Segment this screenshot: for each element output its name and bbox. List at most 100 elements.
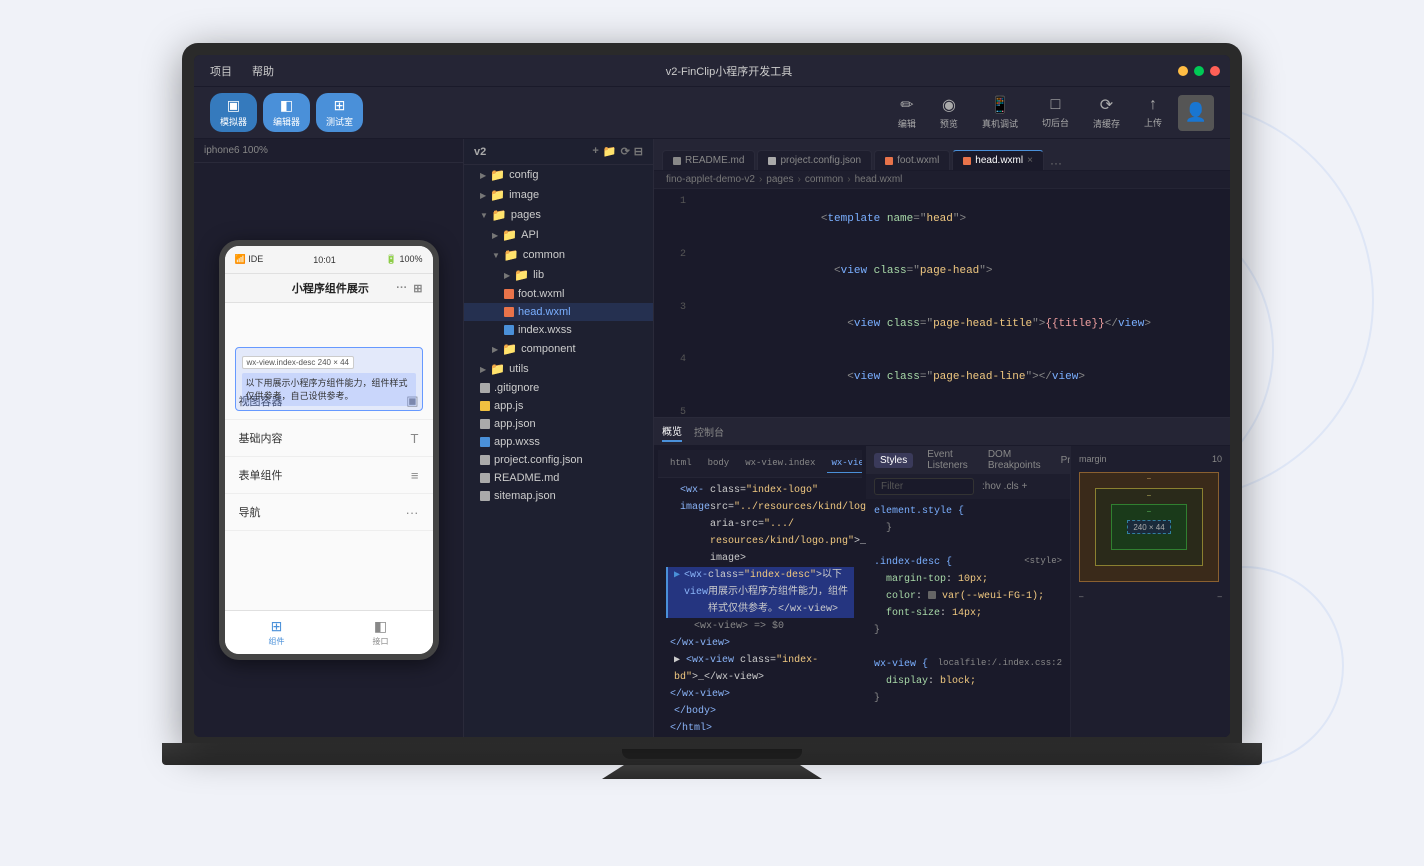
editor-btn[interactable]: ◧ 编辑器 — [263, 93, 310, 132]
elem-wx-view-index-hd[interactable]: wx-view.index-hd — [827, 454, 862, 473]
phone-bottom-item-0[interactable]: ⊞ 组件 — [269, 618, 285, 647]
folder-icon: 📁 — [490, 168, 505, 182]
tab-head-wxml[interactable]: head.wxml × — [952, 150, 1044, 170]
line-number: 4 — [662, 351, 686, 368]
editor-icon: ◧ — [280, 97, 293, 114]
tree-header: v2 + 📁 ⟳ ⊟ — [464, 139, 653, 165]
html-line-4: ▶ <wx-view class="index-bd">_</wx-view> — [666, 652, 854, 686]
refresh-btn[interactable]: ⟳ — [621, 145, 630, 158]
html-line-1: ▶ <wx-view class="index-desc">以下用展示小程序方组… — [666, 567, 854, 618]
elem-body[interactable]: body — [704, 454, 734, 473]
tree-item-head-wxml[interactable]: head.wxml — [464, 303, 653, 321]
bm-margin-top: – — [1147, 475, 1151, 482]
phone-nav-item-3[interactable]: 导航 ··· — [225, 494, 433, 531]
menu-project[interactable]: 项目 — [204, 61, 238, 81]
titlebar: 项目 帮助 v2-FinClip小程序开发工具 — [194, 55, 1230, 87]
maximize-btn[interactable] — [1194, 66, 1204, 76]
new-folder-btn[interactable]: 📁 — [603, 145, 617, 158]
tab-foot-wxml[interactable]: foot.wxml — [874, 150, 950, 170]
clear-cache-action[interactable]: ⟳ 清缓存 — [1085, 91, 1128, 134]
styles-tab-styles[interactable]: Styles — [874, 453, 913, 468]
styles-tab-dom-breakpoints[interactable]: DOM Breakpoints — [982, 447, 1047, 473]
preview-action[interactable]: ◉ 预览 — [932, 91, 966, 134]
minimize-btn[interactable] — [1178, 66, 1188, 76]
tree-item-label: API — [521, 229, 539, 241]
tree-item-app-json[interactable]: app.json — [464, 415, 653, 433]
html-line-0: <wx-image class="index-logo" src="../res… — [666, 482, 854, 567]
tree-item-app-js[interactable]: app.js — [464, 397, 653, 415]
upload-action[interactable]: ↑ 上传 — [1136, 92, 1170, 133]
tree-item-label: component — [521, 343, 575, 355]
elem-wx-view-index[interactable]: wx-view.index — [741, 454, 819, 473]
tree-item-foot-wxml[interactable]: foot.wxml — [464, 285, 653, 303]
styles-filter-bar: :hov .cls + — [866, 474, 1070, 499]
bottom-tab-overview[interactable]: 概览 — [662, 421, 682, 442]
menu-icon[interactable]: ⊞ — [413, 282, 422, 295]
tree-item-api[interactable]: ▶ 📁 API — [464, 225, 653, 245]
line-code: <view class="page-head-line"></view> — [702, 351, 1085, 404]
edit-action[interactable]: ✏ 编辑 — [890, 91, 924, 134]
tree-item-label: common — [523, 249, 565, 261]
tree-item-sitemap[interactable]: sitemap.json — [464, 487, 653, 505]
css-value: 14px; — [952, 608, 982, 619]
content-size: 240 × 44 — [1133, 523, 1164, 532]
tree-item-label: head.wxml — [518, 306, 571, 318]
tree-item-pages[interactable]: ▼ 📁 pages — [464, 205, 653, 225]
css-source[interactable]: localfile:/.index.css:2 — [938, 656, 1062, 671]
signal-icon: 📶 IDE — [235, 254, 264, 265]
more-icon[interactable]: ··· — [396, 282, 407, 295]
line-code: <template name="head"> — [702, 193, 966, 246]
menu-help[interactable]: 帮助 — [246, 61, 280, 81]
bottom-nav-label-0: 组件 — [269, 636, 285, 647]
styles-tab-event-listeners[interactable]: Event Listeners — [921, 447, 974, 473]
html-line-7: </html> — [666, 720, 854, 737]
testroom-btn[interactable]: ⊞ 测试室 — [316, 93, 363, 132]
bottom-tab-console[interactable]: 控制台 — [694, 422, 724, 441]
tree-item-app-wxss[interactable]: app.wxss — [464, 433, 653, 451]
tab-readme[interactable]: README.md — [662, 150, 755, 170]
background-action[interactable]: □ 切后台 — [1034, 92, 1077, 133]
tab-close-icon[interactable]: × — [1027, 155, 1033, 166]
tree-item-utils[interactable]: ▶ 📁 utils — [464, 359, 653, 379]
tree-item-index-wxss[interactable]: index.wxss — [464, 321, 653, 339]
tree-item-gitignore[interactable]: .gitignore — [464, 379, 653, 397]
tab-project-config[interactable]: project.config.json — [757, 150, 872, 170]
pseudo-class-btn[interactable]: :hov .cls + — [982, 481, 1027, 492]
file-tree-panel: v2 + 📁 ⟳ ⊟ ▶ 📁 config — [464, 139, 654, 737]
phone-status-bar: 📶 IDE 10:01 🔋 100% — [225, 246, 433, 274]
editor-area: README.md project.config.json foot.wxml — [654, 139, 1230, 737]
bottom-panel: 概览 控制台 html body wx-view.index — [654, 417, 1230, 737]
tab-project-config-label: project.config.json — [780, 155, 861, 166]
css-source[interactable]: <style> — [1024, 554, 1062, 569]
tree-item-config[interactable]: ▶ 📁 config — [464, 165, 653, 185]
tree-item-project-config[interactable]: project.config.json — [464, 451, 653, 469]
phone-nav-item-2[interactable]: 表单组件 ≡ — [225, 457, 433, 494]
tree-item-readme[interactable]: README.md — [464, 469, 653, 487]
user-avatar[interactable]: 👤 — [1178, 95, 1214, 131]
chevron-icon: ▼ — [492, 251, 500, 260]
phone-bottom-item-1[interactable]: ◧ 接口 — [373, 618, 389, 647]
styles-filter-input[interactable] — [874, 478, 974, 495]
new-file-btn[interactable]: + — [592, 145, 598, 158]
device-debug-action[interactable]: 📱 真机调试 — [974, 91, 1026, 134]
highlight-element-box: wx-view.index-desc 240 × 44 以下用展示小程序方组件能… — [235, 347, 423, 411]
device-frame-container: 📶 IDE 10:01 🔋 100% 小程序组件展示 ··· ⊞ — [194, 163, 463, 737]
folder-icon: 📁 — [490, 362, 505, 376]
phone-nav-item-1[interactable]: 基础内容 T — [225, 420, 433, 457]
tree-item-common[interactable]: ▼ 📁 common — [464, 245, 653, 265]
elem-html[interactable]: html — [666, 454, 696, 473]
more-tabs-btn[interactable]: ··· — [1050, 156, 1062, 170]
tree-root-label: v2 — [474, 146, 486, 158]
html-line-2: <wx-view> => $0 — [666, 618, 854, 635]
code-content[interactable]: 1 <template name="head"> 2 <view class="… — [654, 189, 1230, 417]
close-btn[interactable] — [1210, 66, 1220, 76]
tree-item-image[interactable]: ▶ 📁 image — [464, 185, 653, 205]
simulator-btn[interactable]: ▣ 模拟器 — [210, 93, 257, 132]
breadcrumb-part-2: common — [805, 174, 843, 185]
tree-item-lib[interactable]: ▶ 📁 lib — [464, 265, 653, 285]
folder-icon: 📁 — [502, 228, 517, 242]
collapse-btn[interactable]: ⊟ — [634, 145, 643, 158]
tree-item-component[interactable]: ▶ 📁 component — [464, 339, 653, 359]
styles-tab-properties[interactable]: Properties — [1055, 453, 1070, 468]
chevron-icon: ▶ — [480, 171, 486, 180]
